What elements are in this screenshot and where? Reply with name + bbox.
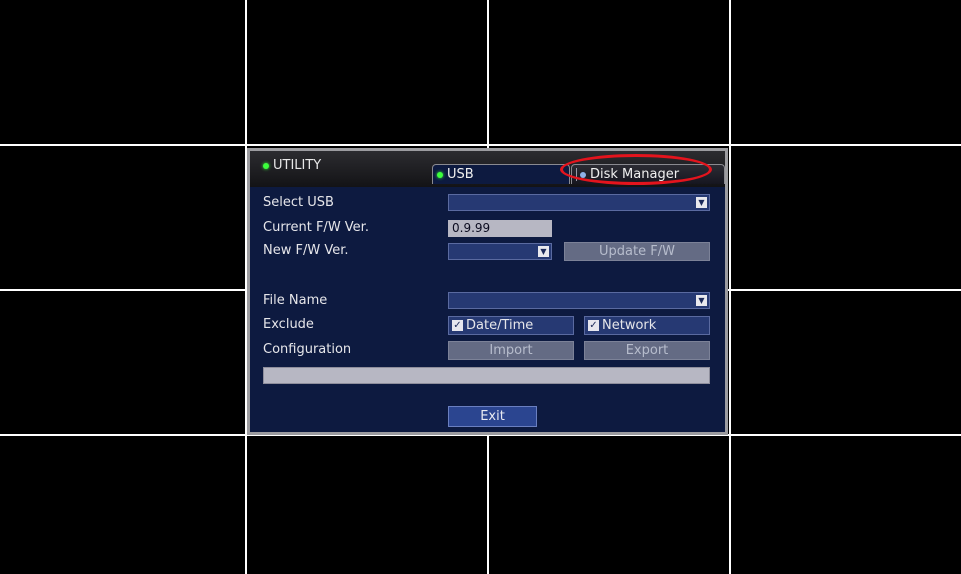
- tab-usb[interactable]: USB: [432, 164, 570, 184]
- progress-bar: [263, 367, 710, 384]
- status-dot-icon: [580, 171, 586, 178]
- checkmark-icon: ✓: [452, 320, 463, 331]
- camera-cell-2[interactable]: [247, 0, 487, 144]
- import-button[interactable]: Import: [448, 341, 574, 360]
- dialog-header: UTILITY USB Disk Manager: [250, 151, 725, 187]
- camera-cell-13[interactable]: [0, 436, 245, 574]
- camera-cell-12[interactable]: [731, 291, 961, 434]
- file-name-label: File Name: [263, 293, 328, 308]
- exclude-datetime-label: Date/Time: [466, 318, 534, 333]
- exclude-datetime-checkbox[interactable]: ✓ Date/Time: [448, 316, 574, 335]
- utility-dialog: UTILITY USB Disk Manager Select USB ▼ Cu…: [247, 148, 728, 435]
- camera-cell-14[interactable]: [247, 436, 487, 574]
- configuration-label: Configuration: [263, 342, 352, 357]
- checkmark-icon: ✓: [588, 320, 599, 331]
- chevron-down-icon[interactable]: ▼: [696, 197, 707, 208]
- camera-cell-3[interactable]: [489, 0, 729, 144]
- select-usb-label: Select USB: [263, 195, 334, 210]
- camera-cell-16[interactable]: [731, 436, 961, 574]
- new-fw-dropdown[interactable]: ▼: [448, 243, 552, 260]
- current-fw-label: Current F/W Ver.: [263, 220, 369, 235]
- update-fw-button[interactable]: Update F/W: [564, 242, 710, 261]
- exclude-network-label: Network: [602, 318, 657, 333]
- camera-cell-5[interactable]: [0, 146, 245, 289]
- new-fw-label: New F/W Ver.: [263, 243, 349, 258]
- exclude-label: Exclude: [263, 317, 314, 332]
- tab-divider: [576, 168, 577, 181]
- utility-panel: UTILITY USB Disk Manager Select USB ▼ Cu…: [250, 151, 725, 432]
- chevron-down-icon[interactable]: ▼: [696, 295, 707, 306]
- dialog-title: UTILITY: [263, 158, 321, 173]
- tab-usb-label: USB: [447, 167, 474, 182]
- export-button[interactable]: Export: [584, 341, 710, 360]
- select-usb-dropdown[interactable]: ▼: [448, 194, 710, 211]
- current-fw-value: 0.9.99: [448, 220, 552, 237]
- tab-disk-manager[interactable]: Disk Manager: [571, 164, 725, 184]
- status-dot-icon: [437, 171, 443, 178]
- camera-cell-1[interactable]: [0, 0, 245, 144]
- exclude-network-checkbox[interactable]: ✓ Network: [584, 316, 710, 335]
- dialog-title-text: UTILITY: [273, 158, 322, 173]
- tab-disk-manager-label: Disk Manager: [590, 167, 680, 182]
- exit-button[interactable]: Exit: [448, 406, 537, 427]
- chevron-down-icon[interactable]: ▼: [538, 246, 549, 257]
- camera-cell-4[interactable]: [731, 0, 961, 144]
- camera-cell-8[interactable]: [731, 146, 961, 289]
- status-dot-icon: [263, 162, 269, 169]
- file-name-dropdown[interactable]: ▼: [448, 292, 710, 309]
- camera-cell-15[interactable]: [489, 436, 729, 574]
- camera-cell-9[interactable]: [0, 291, 245, 434]
